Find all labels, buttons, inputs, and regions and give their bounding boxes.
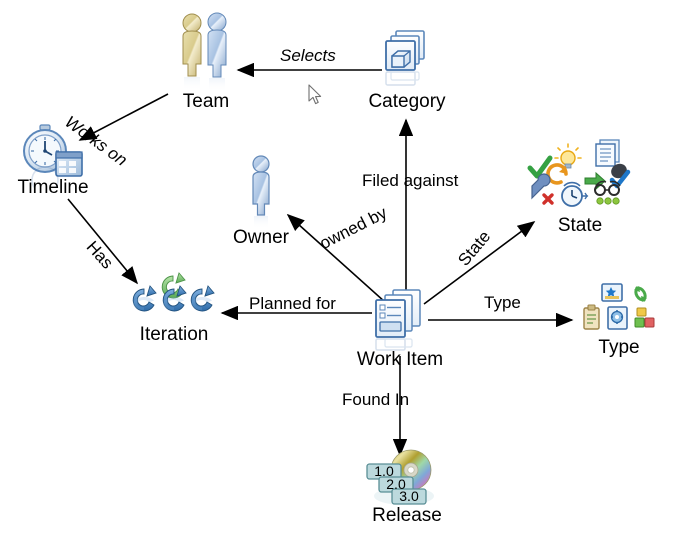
- node-workitem[interactable]: Work Item: [357, 288, 443, 369]
- clipboard-icon: [583, 304, 600, 330]
- node-label-state: State: [557, 215, 603, 236]
- wrench-error-icon: [531, 173, 554, 205]
- node-iteration[interactable]: Iteration: [128, 272, 220, 344]
- version-text-3: 3.0: [399, 488, 419, 504]
- node-label-iteration: Iteration: [139, 324, 209, 345]
- person-icon: [242, 152, 280, 235]
- type-cluster-icon: [580, 282, 658, 343]
- edge-label-has: Has: [82, 237, 117, 273]
- node-release[interactable]: 1.0 2.0 3.0 Release: [364, 448, 450, 525]
- gear-document-icon: [607, 306, 628, 330]
- edge-label-owned-by: owned by: [316, 203, 391, 254]
- node-label-owner: Owner: [233, 227, 289, 248]
- story-card-icon: [601, 283, 623, 302]
- edge-label-filed-against: Filed against: [362, 171, 459, 190]
- node-label-workitem: Work Item: [356, 349, 444, 370]
- node-label-category: Category: [368, 91, 446, 112]
- node-owner[interactable]: Owner: [233, 152, 289, 247]
- stopwatch-icon: [561, 181, 589, 207]
- review-glasses-icon: [594, 180, 621, 205]
- documents-icon: [369, 288, 431, 357]
- node-category[interactable]: Category: [368, 28, 446, 111]
- node-label-type: Type: [598, 337, 640, 358]
- state-cluster-icon: [524, 136, 636, 221]
- task-cycle-icon: [634, 286, 647, 302]
- node-type[interactable]: Type: [580, 282, 658, 357]
- edge-label-planned-for: Planned for: [249, 294, 336, 313]
- node-state[interactable]: State: [524, 136, 636, 235]
- edge-layer: [67, 62, 574, 457]
- node-timeline[interactable]: Timeline: [17, 122, 89, 197]
- refresh-icon: [546, 163, 568, 185]
- edge-label-type: Type: [484, 293, 521, 312]
- edge-label-selects: Selects: [280, 46, 336, 65]
- blocks-icon: [634, 307, 655, 328]
- diagram-canvas: Selects Works on Has Filed against owned…: [0, 0, 673, 556]
- edge-label-found-in: Found In: [342, 390, 410, 409]
- node-label-timeline: Timeline: [17, 177, 89, 198]
- edge-label-state: State: [454, 226, 495, 270]
- document-list-icon: [595, 139, 620, 167]
- node-label-team: Team: [182, 91, 230, 112]
- node-label-release: Release: [372, 505, 442, 526]
- mouse-pointer-icon: [308, 84, 324, 111]
- node-team[interactable]: Team: [173, 8, 239, 111]
- stacked-cube-icon: [382, 28, 432, 97]
